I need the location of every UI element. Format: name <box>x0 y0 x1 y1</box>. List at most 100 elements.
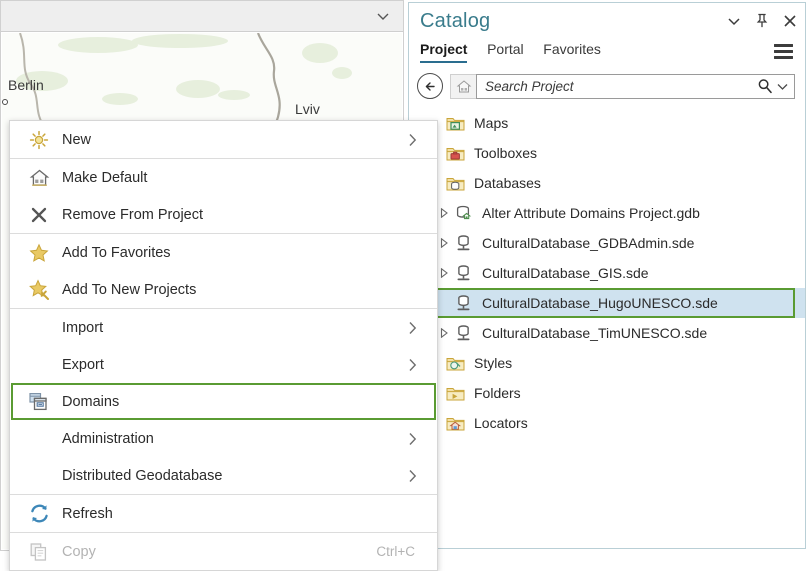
map-city-dot-berlin <box>2 99 8 105</box>
chevron-down-icon[interactable] <box>375 8 391 24</box>
tree-item-alter-attribute-domains-project-gdb[interactable]: Alter Attribute Domains Project.gdb <box>409 198 805 228</box>
expand-triangle-icon[interactable] <box>439 328 450 339</box>
menu-item-label: Add To New Projects <box>62 282 437 298</box>
submenu-chevron-icon <box>407 432 417 446</box>
menu-item-refresh[interactable]: Refresh <box>10 495 437 532</box>
tree-item-toolboxes[interactable]: Toolboxes <box>409 138 805 168</box>
folder-locators-icon <box>446 414 465 433</box>
back-arrow-icon[interactable] <box>417 73 443 99</box>
menu-item-domains[interactable]: Domains <box>10 383 437 420</box>
close-icon[interactable] <box>782 13 797 28</box>
menu-item-wrapper: Administration <box>10 420 437 457</box>
folder-folders-icon <box>446 384 465 403</box>
new-star-icon <box>28 129 50 151</box>
menu-caret-icon[interactable] <box>726 13 741 28</box>
domains-icon <box>28 391 50 413</box>
menu-item-label: Administration <box>62 431 407 447</box>
menu-item-distributed-geodatabase[interactable]: Distributed Geodatabase <box>10 457 437 494</box>
menu-item-wrapper: CopyCtrl+C <box>10 533 437 570</box>
tree-item-styles[interactable]: Styles <box>409 348 805 378</box>
menu-item-export[interactable]: Export <box>10 346 437 383</box>
tree-item-label: Styles <box>474 356 512 370</box>
menu-item-label: Import <box>62 320 407 336</box>
tree-item-culturaldatabase-hugounesco-sde[interactable]: CulturalDatabase_HugoUNESCO.sde <box>409 288 805 318</box>
tree-item-label: Locators <box>474 416 528 430</box>
tab-project[interactable]: Project <box>420 41 467 63</box>
catalog-panel-header: Catalog <box>409 3 805 41</box>
catalog-header-buttons <box>726 13 797 28</box>
submenu-chevron-icon <box>407 321 417 335</box>
tree-item-label: CulturalDatabase_GIS.sde <box>482 266 649 280</box>
expand-triangle-icon[interactable] <box>439 238 450 249</box>
menu-item-wrapper: Make Default <box>10 159 437 196</box>
tree-item-label: Toolboxes <box>474 146 537 160</box>
map-view-titlebar <box>1 1 403 32</box>
database-connection-icon <box>454 294 473 313</box>
folder-maps-icon <box>446 114 465 133</box>
folder-styles-icon <box>446 354 465 373</box>
search-box[interactable] <box>476 74 795 99</box>
database-connection-icon <box>454 264 473 283</box>
database-connection-icon <box>454 324 473 343</box>
catalog-search-row <box>409 68 805 104</box>
database-connection-icon <box>454 234 473 253</box>
menu-icon-placeholder <box>28 465 50 487</box>
menu-item-label: Make Default <box>62 170 437 186</box>
menu-item-label: Copy <box>62 544 376 560</box>
search-dropdown-chevron-icon[interactable] <box>774 77 790 96</box>
tree-item-locators[interactable]: Locators <box>409 408 805 438</box>
menu-item-remove-from-project[interactable]: Remove From Project <box>10 196 437 233</box>
geodatabase-home-icon <box>454 204 473 223</box>
menu-item-label: New <box>62 132 407 148</box>
catalog-tree: Maps Toolboxes DatabasesAlter Attribute Do… <box>409 104 805 438</box>
copy-icon <box>28 541 50 563</box>
menu-item-wrapper: Add To Favorites <box>10 234 437 271</box>
menu-item-label: Domains <box>62 394 437 410</box>
menu-item-label: Refresh <box>62 506 437 522</box>
menu-item-wrapper: Add To New Projects <box>10 271 437 308</box>
menu-item-add-to-favorites[interactable]: Add To Favorites <box>10 234 437 271</box>
search-input[interactable] <box>485 79 755 94</box>
menu-item-label: Add To Favorites <box>62 245 437 261</box>
menu-item-label: Export <box>62 357 407 373</box>
menu-item-administration[interactable]: Administration <box>10 420 437 457</box>
star-plus-icon <box>28 279 50 301</box>
menu-item-wrapper: Export <box>10 346 437 383</box>
home-icon[interactable] <box>450 74 476 99</box>
tree-item-maps[interactable]: Maps <box>409 108 805 138</box>
tree-item-label: CulturalDatabase_HugoUNESCO.sde <box>482 296 718 310</box>
refresh-icon <box>28 503 50 525</box>
hamburger-menu-icon[interactable] <box>774 44 793 59</box>
context-menu: New Make Default Remove From Project Add To… <box>9 120 438 571</box>
pin-icon[interactable] <box>754 13 769 28</box>
expand-triangle-icon[interactable] <box>439 208 450 219</box>
menu-icon-placeholder <box>28 354 50 376</box>
menu-item-label: Remove From Project <box>62 207 437 223</box>
expand-triangle-icon[interactable] <box>439 268 450 279</box>
tree-item-culturaldatabase-gdbadmin-sde[interactable]: CulturalDatabase_GDBAdmin.sde <box>409 228 805 258</box>
map-label-lviv: Lviv <box>295 101 320 117</box>
menu-item-add-to-new-projects[interactable]: Add To New Projects <box>10 271 437 308</box>
page-title: Catalog <box>420 10 490 33</box>
tree-item-folders[interactable]: Folders <box>409 378 805 408</box>
menu-item-make-default[interactable]: Make Default <box>10 159 437 196</box>
tree-item-databases[interactable]: Databases <box>409 168 805 198</box>
application-window: Berlin Lviv Katowice Catalog <box>0 0 808 551</box>
menu-icon-placeholder <box>28 317 50 339</box>
folder-toolboxes-icon <box>446 144 465 163</box>
tree-item-culturaldatabase-gis-sde[interactable]: CulturalDatabase_GIS.sde <box>409 258 805 288</box>
tab-portal[interactable]: Portal <box>487 41 524 61</box>
menu-item-new[interactable]: New <box>10 121 437 158</box>
menu-item-copy: CopyCtrl+C <box>10 533 437 570</box>
menu-icon-placeholder <box>28 428 50 450</box>
menu-item-wrapper: Remove From Project <box>10 196 437 233</box>
menu-item-wrapper: New <box>10 121 437 158</box>
catalog-panel: Catalog Project Portal Favorites <box>408 2 806 549</box>
folder-databases-icon <box>446 174 465 193</box>
tree-item-label: Folders <box>474 386 521 400</box>
menu-item-import[interactable]: Import <box>10 309 437 346</box>
tree-item-culturaldatabase-timunesco-sde[interactable]: CulturalDatabase_TimUNESCO.sde <box>409 318 805 348</box>
magnifier-icon[interactable] <box>755 77 774 96</box>
tab-favorites[interactable]: Favorites <box>543 41 601 61</box>
submenu-chevron-icon <box>407 469 417 483</box>
